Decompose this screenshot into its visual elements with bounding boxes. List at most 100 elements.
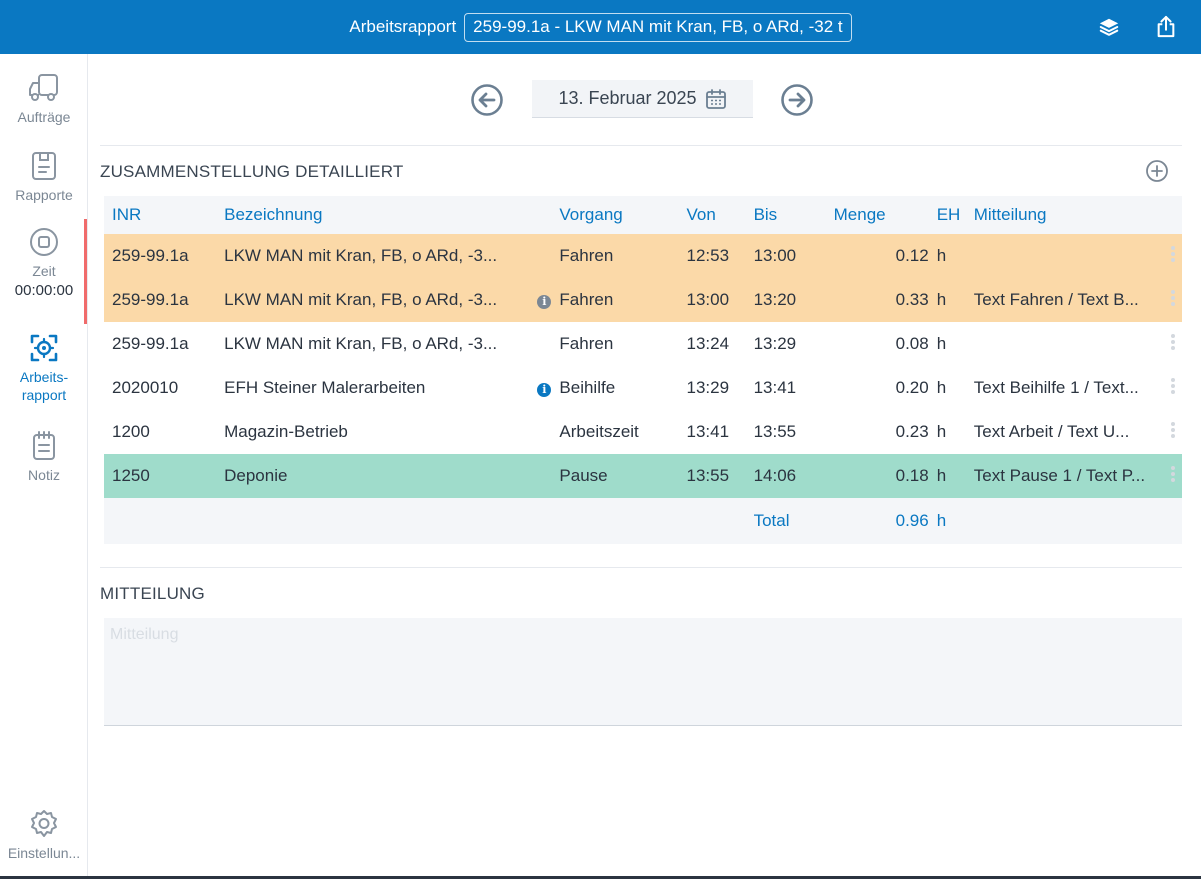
cell-vorgang: Pause [559,454,687,498]
cell-vorgang: Arbeitszeit [559,422,639,441]
table-row[interactable]: 1250 Deponie Pause 13:55 14:06 0.18 h Text Paus… [104,454,1182,498]
sidebar-item-label: Einstellun... [7,845,81,861]
sidebar-item-rapporte[interactable]: Rapporte [0,150,88,204]
table-row[interactable]: 2020010 EFH Steiner Malerarbeiten i Beihilf… [104,366,1182,410]
sidebar-item-label: Rapporte [15,187,73,203]
cell-eh: h [928,234,974,278]
sidebar-item-auftraege[interactable]: Aufträge [0,72,88,126]
timer-display: 00:00:00 [14,282,74,299]
sidebar-item-einstellungen[interactable]: Einstellun... [0,808,88,862]
cell-inr: 1200 [112,422,150,441]
previous-day-button[interactable] [470,83,504,117]
column-header-bezeichnung[interactable]: Bezeichnung [224,196,530,234]
top-bar: Arbeitsrapport 259-99.1a - LKW MAN mit K… [0,0,1201,54]
next-day-button[interactable] [780,83,814,117]
clipboard-icon [0,150,88,182]
gear-icon [0,808,88,840]
info-icon[interactable]: i [537,295,552,309]
total-row: Total 0.96 h [104,498,1182,544]
table-row[interactable]: 259-99.1a LKW MAN mit Kran, FB, o ARd, -3… [104,234,1182,278]
total-value: 0.96 [833,498,929,544]
total-spacer [686,498,754,544]
cell-bezeichnung: LKW MAN mit Kran, FB, o ARd, -3... [224,334,498,353]
cell-menge: 0.20 [895,378,929,397]
table-row[interactable]: 259-99.1a LKW MAN mit Kran, FB, o ARd, -3… [104,322,1182,366]
cell-info[interactable]: i [529,366,559,410]
active-indicator [84,219,87,324]
cell-inr: 259-99.1a [104,278,225,322]
column-header-vorgang[interactable]: Vorgang [559,196,687,234]
cell-von: 13:55 [686,454,754,498]
table-row[interactable]: 1200 Magazin-Betrieb Arbeitszeit 13:41 13:55… [104,410,1182,454]
cell-bis: 14:06 [753,454,834,498]
plus-circle-icon [1146,160,1168,182]
sidebar-item-arbeitsrapport[interactable]: Arbeits-rapport [0,332,88,404]
cell-eh: h [936,378,947,397]
sidebar-item-label: Zeit [32,263,56,279]
message-title: MITTEILUNG [100,584,205,603]
cell-mitteilung: Text Pause 1 / Text P... [973,454,1164,498]
sidebar-item-label: Notiz [28,467,60,483]
more-vertical-icon [1170,420,1175,440]
page-title: Arbeitsrapport [349,17,457,36]
cell-info[interactable]: i [529,278,560,322]
cell-vorgang: Fahren [559,234,687,278]
column-header-eh[interactable]: EH [928,196,974,234]
cell-mitteilung: Text Arbeit / Text U... [973,422,1130,441]
row-menu-button[interactable] [1163,234,1182,278]
cell-eh: h [928,454,974,498]
sidebar-item-label: Aufträge [17,109,71,125]
column-header-inr[interactable]: INR [104,196,225,234]
header-title-group: Arbeitsrapport 259-99.1a - LKW MAN mit K… [0,0,1201,54]
main-content: 13. Februar 2025 ZUSAMMENSTELLUNG DETAIL… [100,54,1182,879]
column-header-menge[interactable]: Menge [833,196,929,234]
arrow-left-circle-icon [471,84,503,116]
truck-icon [0,72,88,104]
table-header-row: INR Bezeichnung Vorgang Von Bis Menge EH… [104,196,1182,234]
cell-bis: 13:20 [753,278,834,322]
date-navigation: 13. Februar 2025 [100,54,1182,146]
more-vertical-icon [1170,332,1175,352]
layers-icon[interactable] [1097,15,1121,39]
cell-bezeichnung: Deponie [224,454,530,498]
job-selector[interactable]: 259-99.1a - LKW MAN mit Kran, FB, o ARd,… [464,12,852,42]
share-icon[interactable] [1154,15,1178,39]
message-textarea[interactable]: Mitteilung [104,618,1182,726]
cell-bezeichnung: EFH Steiner Malerarbeiten [224,378,426,397]
row-menu-button[interactable] [1164,410,1182,454]
sidebar: Aufträge Rapporte Zeit 00:00:00 Arbeits-… [0,54,88,879]
cell-menge: 0.23 [895,422,929,441]
column-header-actions [1163,196,1182,234]
cell-eh: h [936,334,947,353]
cell-menge: 0.12 [833,234,929,278]
arrow-right-circle-icon [781,84,813,116]
cell-von: 13:00 [686,278,754,322]
cell-info [529,410,559,454]
row-menu-button[interactable] [1164,322,1182,366]
column-header-mitteilung[interactable]: Mitteilung [973,196,1164,234]
cell-eh: h [936,422,947,441]
total-label: Total [753,498,834,544]
info-icon[interactable]: i [537,383,552,397]
total-spacer [973,498,1164,544]
cell-bezeichnung: LKW MAN mit Kran, FB, o ARd, -3... [224,278,530,322]
more-vertical-icon [1170,376,1175,396]
cell-inr: 2020010 [112,378,179,397]
row-menu-button[interactable] [1163,278,1182,322]
cell-bis: 13:41 [753,378,797,397]
row-menu-button[interactable] [1163,454,1182,498]
table-row[interactable]: 259-99.1a LKW MAN mit Kran, FB, o ARd, -3… [104,278,1182,322]
cell-von: 12:53 [686,234,754,278]
date-value: 13. Februar 2025 [558,88,697,108]
sidebar-item-zeit[interactable]: Zeit 00:00:00 [0,226,88,299]
stop-circle-icon [0,226,88,258]
add-entry-button[interactable] [1145,159,1169,183]
column-header-bis[interactable]: Bis [753,196,834,234]
date-field[interactable]: 13. Februar 2025 [532,80,753,118]
cell-von: 13:29 [686,378,730,397]
cell-inr: 259-99.1a [112,334,189,353]
row-menu-button[interactable] [1164,366,1182,410]
more-vertical-icon [1170,288,1175,308]
column-header-von[interactable]: Von [686,196,754,234]
sidebar-item-notiz[interactable]: Notiz [0,430,88,484]
